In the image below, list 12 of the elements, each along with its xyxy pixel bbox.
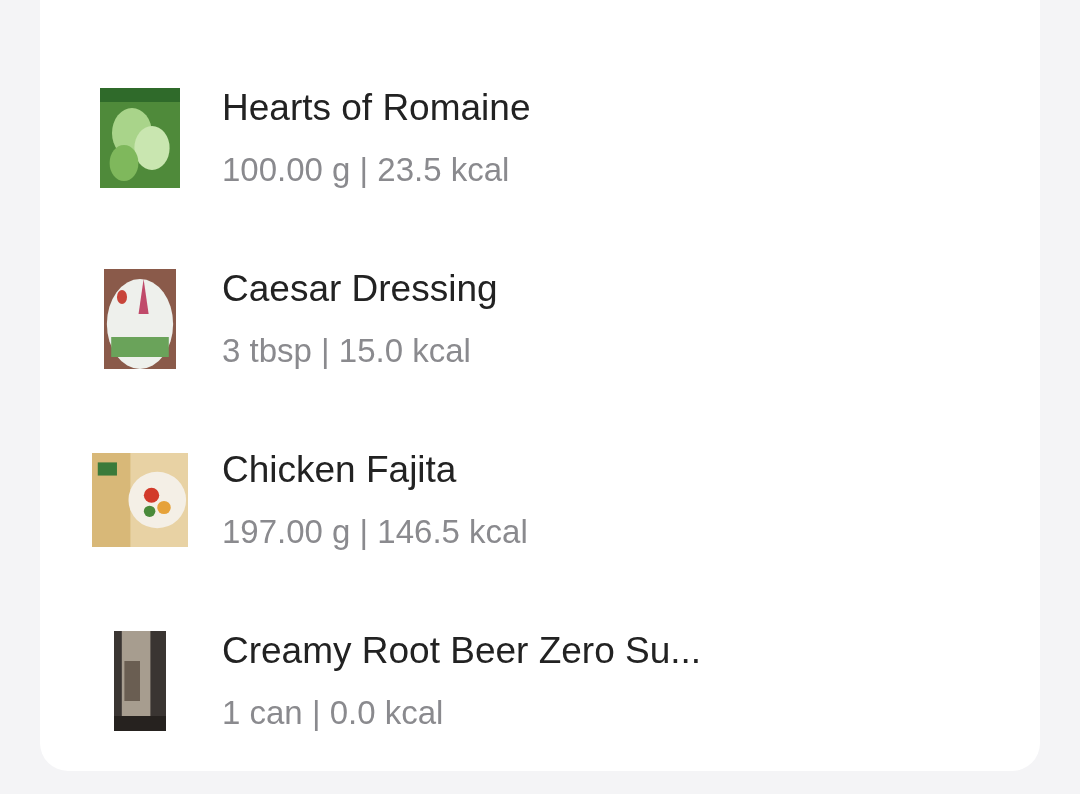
- food-list-item[interactable]: Hearts of Romaine 100.00 g | 23.5 kcal: [40, 47, 1040, 228]
- food-name: Chicken Fajita: [222, 448, 458, 491]
- food-name: Caesar Dressing: [222, 267, 498, 310]
- food-list-item[interactable]: Caesar Dressing 3 tbsp | 15.0 kcal: [40, 228, 1040, 409]
- food-name: Creamy Root Beer Zero Su...: [222, 629, 702, 672]
- serving-calories: 197.00 g | 146.5 kcal: [222, 512, 528, 551]
- food-list-item[interactable]: Creamy Root Beer Zero Su... 1 can | 0.0 kcal: [40, 590, 1040, 771]
- serving-calories: 100.00 g | 23.5 kcal: [222, 150, 511, 189]
- food-list-item[interactable]: Chicken Fajita 197.00 g | 146.5 kcal: [40, 409, 1040, 590]
- food-name: Hearts of Romaine: [222, 86, 531, 129]
- serving-calories: 3 tbsp | 15.0 kcal: [222, 331, 472, 370]
- serving-calories: 1 can | 0.0 kcal: [222, 693, 445, 732]
